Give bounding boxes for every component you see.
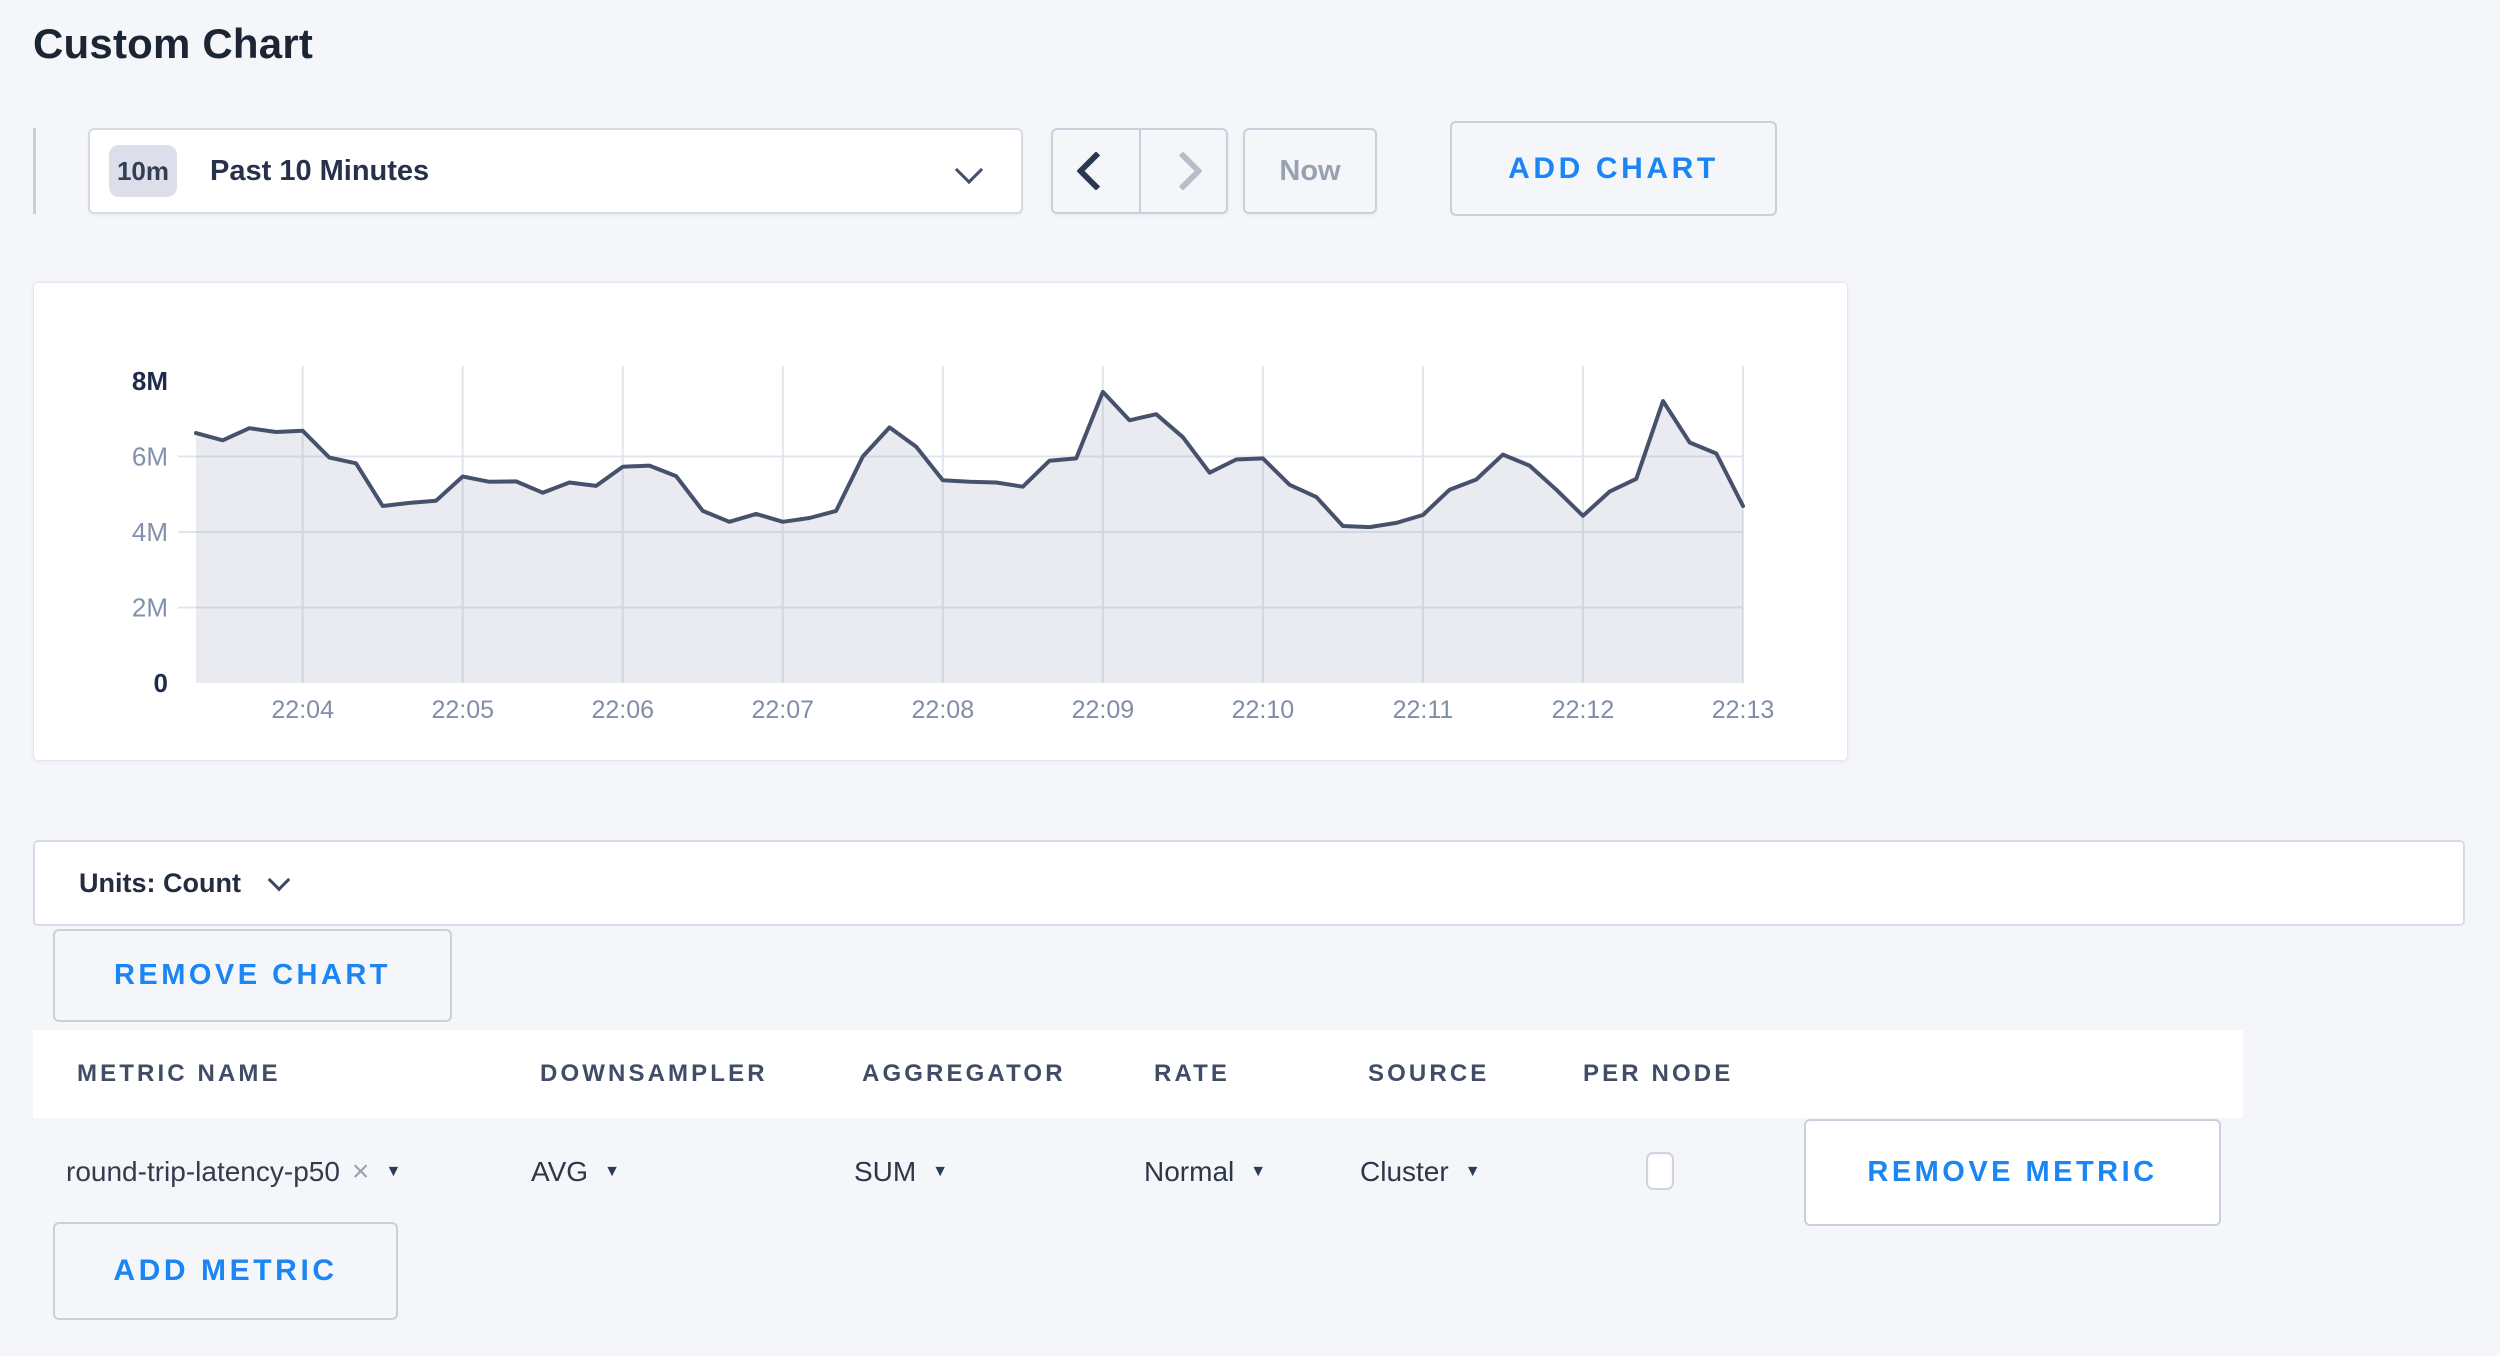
remove-chart-button[interactable]: REMOVE CHART bbox=[53, 929, 452, 1022]
remove-metric-tag-icon[interactable]: × bbox=[352, 1155, 370, 1189]
custom-chart-page: Custom Chart 10m Past 10 Minutes Now ADD… bbox=[0, 0, 2500, 1356]
y-tick-label: 6M bbox=[132, 442, 168, 472]
caret-down-icon: ▼ bbox=[1250, 1163, 1266, 1181]
x-tick-label: 22:07 bbox=[752, 696, 815, 724]
timeseries-chart-card: 8M 6M 4M 2M 0 22:04 22:05 22:06 22:07 22:08 22:09 2… bbox=[33, 282, 1848, 761]
series-area-fill bbox=[196, 392, 1743, 683]
col-header-per-node: PER NODE bbox=[1583, 1030, 1733, 1118]
x-tick-label: 22:05 bbox=[431, 696, 494, 724]
downsampler-dropdown[interactable]: AVG ▼ bbox=[531, 1124, 620, 1219]
y-tick-label: 4M bbox=[132, 517, 168, 547]
add-chart-button[interactable]: ADD CHART bbox=[1450, 121, 1777, 216]
time-range-label: Past 10 Minutes bbox=[210, 130, 429, 212]
timeseries-area-chart: 8M 6M 4M 2M 0 22:04 22:05 22:06 22:07 22:08 22:09 2… bbox=[34, 283, 1847, 760]
remove-metric-button[interactable]: REMOVE METRIC bbox=[1804, 1119, 2221, 1226]
x-tick-label: 22:12 bbox=[1552, 696, 1615, 724]
source-dropdown[interactable]: Cluster ▼ bbox=[1360, 1124, 1481, 1219]
add-metric-button[interactable]: ADD METRIC bbox=[53, 1222, 398, 1320]
metric-name-value: round-trip-latency-p50 bbox=[66, 1156, 340, 1188]
time-range-badge: 10m bbox=[109, 145, 177, 197]
now-button[interactable]: Now bbox=[1243, 128, 1377, 214]
chevron-left-icon bbox=[1076, 151, 1116, 191]
units-dropdown-label: Units: Count bbox=[79, 868, 241, 899]
col-header-downsampler: DOWNSAMPLER bbox=[540, 1030, 768, 1118]
chevron-right-icon bbox=[1163, 151, 1203, 191]
caret-down-icon: ▼ bbox=[932, 1163, 948, 1181]
col-header-rate: RATE bbox=[1154, 1030, 1230, 1118]
prev-time-button[interactable] bbox=[1053, 130, 1139, 212]
col-header-metric-name: METRIC NAME bbox=[77, 1030, 281, 1118]
per-node-checkbox[interactable] bbox=[1646, 1152, 1674, 1190]
rate-value: Normal bbox=[1144, 1156, 1234, 1188]
x-tick-label: 22:09 bbox=[1072, 696, 1135, 724]
caret-down-icon: ▼ bbox=[385, 1163, 401, 1181]
y-tick-label: 8M bbox=[132, 366, 168, 396]
time-shift-button-group bbox=[1051, 128, 1228, 214]
col-header-source: SOURCE bbox=[1368, 1030, 1489, 1118]
time-range-dropdown[interactable]: 10m Past 10 Minutes bbox=[88, 128, 1023, 214]
caret-down-icon: ▼ bbox=[1465, 1163, 1481, 1181]
x-tick-label: 22:04 bbox=[271, 696, 334, 724]
chevron-down-icon bbox=[268, 869, 291, 892]
x-tick-label: 22:08 bbox=[912, 696, 975, 724]
x-tick-label: 22:10 bbox=[1232, 696, 1295, 724]
rate-dropdown[interactable]: Normal ▼ bbox=[1144, 1124, 1266, 1219]
metrics-table-header: METRIC NAME DOWNSAMPLER AGGREGATOR RATE … bbox=[33, 1030, 2243, 1118]
next-time-button[interactable] bbox=[1139, 130, 1227, 212]
col-header-aggregator: AGGREGATOR bbox=[862, 1030, 1066, 1118]
y-tick-label: 0 bbox=[154, 668, 168, 698]
x-tick-label: 22:06 bbox=[591, 696, 654, 724]
downsampler-value: AVG bbox=[531, 1156, 588, 1188]
source-value: Cluster bbox=[1360, 1156, 1449, 1188]
x-tick-label: 22:11 bbox=[1393, 696, 1454, 724]
y-tick-label: 2M bbox=[132, 593, 168, 623]
units-dropdown[interactable]: Units: Count bbox=[33, 840, 2465, 926]
toolbar-divider bbox=[33, 128, 36, 214]
chevron-down-icon bbox=[955, 156, 983, 184]
metric-name-dropdown[interactable]: round-trip-latency-p50 × ▼ bbox=[66, 1124, 401, 1219]
page-title: Custom Chart bbox=[33, 20, 313, 68]
aggregator-value: SUM bbox=[854, 1156, 916, 1188]
aggregator-dropdown[interactable]: SUM ▼ bbox=[854, 1124, 948, 1219]
caret-down-icon: ▼ bbox=[604, 1163, 620, 1181]
x-tick-label: 22:13 bbox=[1712, 696, 1775, 724]
